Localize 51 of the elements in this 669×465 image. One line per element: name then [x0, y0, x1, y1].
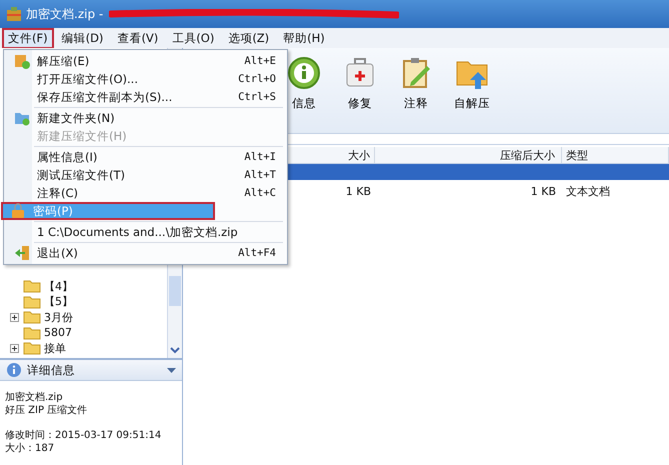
- column-header[interactable]: 压缩后大小: [375, 147, 562, 163]
- details-text: 好压 ZIP 压缩文件: [5, 404, 88, 417]
- tree-item[interactable]: 5807: [44, 326, 72, 340]
- table-cell: 1 KB: [530, 184, 556, 198]
- tree-item[interactable]: 3月份: [44, 310, 73, 325]
- tree-item[interactable]: 接单: [44, 340, 66, 356]
- tree-item[interactable]: 【4】: [44, 278, 73, 294]
- exit-icon: [14, 245, 30, 261]
- info-icon: [6, 362, 22, 378]
- toolbar-button[interactable]: 修复: [339, 56, 381, 111]
- tree-item[interactable]: 【5】: [44, 294, 73, 310]
- scrollbar-thumb[interactable]: [169, 276, 181, 306]
- details-title: 详细信息: [27, 362, 76, 378]
- menu-item[interactable]: 新建文件夹(N): [5, 109, 286, 127]
- menu-item[interactable]: 打开压缩文件(O)... Ctrl+O: [5, 70, 286, 88]
- menu-bar-item[interactable]: 查看(V): [111, 28, 164, 48]
- table-cell: 文本文档: [566, 184, 610, 198]
- menu-bar-item[interactable]: 文件(F): [2, 28, 54, 48]
- menu-item[interactable]: 1 C:\Documents and...\加密文档.zip: [5, 223, 286, 241]
- menu-item[interactable]: 测试压缩文件(T) Alt+T: [5, 166, 286, 184]
- menu-item[interactable]: 属性信息(I) Alt+I: [5, 148, 286, 166]
- menu-bar-item[interactable]: 工具(O): [166, 28, 220, 48]
- dropdown-icon[interactable]: [167, 368, 176, 372]
- menu-item[interactable]: 退出(X) Alt+F4: [5, 244, 286, 262]
- app-icon: [6, 6, 22, 22]
- menu-bar-item[interactable]: 选项(Z): [222, 28, 276, 48]
- menu-item[interactable]: 保存压缩文件副本为(S)... Ctrl+S: [5, 88, 286, 106]
- expand-icon[interactable]: [10, 312, 19, 322]
- details-text: 修改时间：2015-03-17 09:51:14: [5, 429, 162, 442]
- lock-icon: [10, 203, 26, 219]
- menu-bar-item[interactable]: 编辑(D): [56, 28, 110, 48]
- folder-icon: [23, 326, 41, 340]
- folder-icon: [23, 279, 41, 294]
- window-title: 加密文档.zip -: [26, 6, 104, 22]
- toolbar-button[interactable]: 自解压: [451, 56, 493, 111]
- folder-icon: [23, 341, 41, 356]
- details-text: 加密文档.zip: [5, 391, 63, 404]
- details-text: 大小：187: [5, 442, 54, 455]
- new-folder-icon: [14, 110, 30, 126]
- menu-bar-item[interactable]: 帮助(H): [277, 28, 331, 48]
- folder-icon: [23, 294, 41, 309]
- menu-item[interactable]: 注释(C) Alt+C: [5, 184, 286, 202]
- details-header[interactable]: 详细信息: [0, 360, 182, 381]
- table-cell: 1 KB: [346, 184, 371, 198]
- column-header[interactable]: 类型: [562, 147, 669, 163]
- toolbar-button[interactable]: 注释: [395, 56, 437, 111]
- menu-item[interactable]: 解压缩(E) Alt+E: [5, 52, 286, 70]
- folder-icon: [23, 310, 41, 324]
- extract-icon: [14, 53, 30, 69]
- scroll-down-icon[interactable]: [169, 345, 181, 355]
- expand-icon[interactable]: [10, 344, 19, 353]
